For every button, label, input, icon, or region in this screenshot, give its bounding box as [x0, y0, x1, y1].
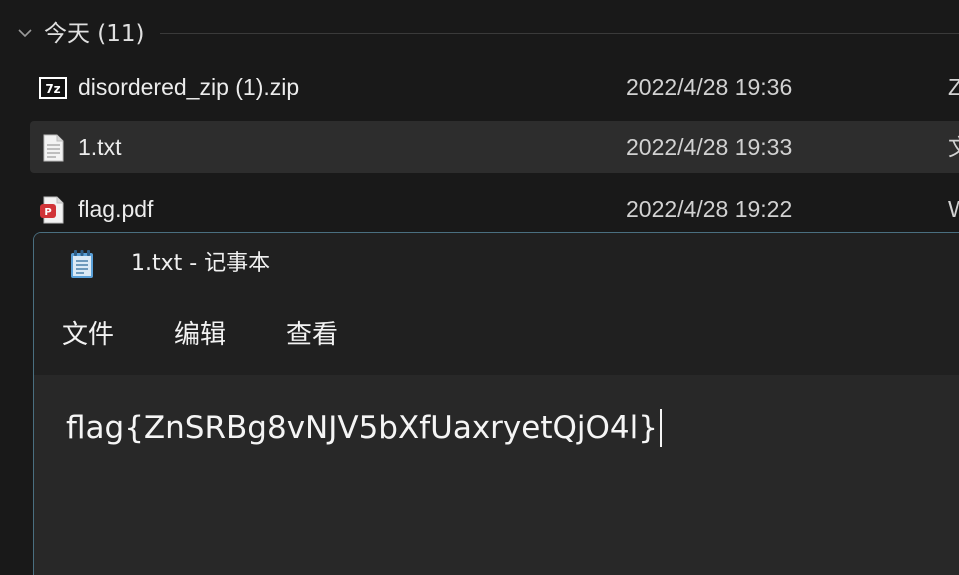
group-divider	[160, 33, 959, 34]
editor-content: flag{ZnSRBg8vNJV5bXfUaxryetQjO4l}	[66, 410, 658, 446]
7zip-archive-icon: 7z	[39, 77, 67, 99]
window-title: 1.txt - 记事本	[131, 251, 271, 276]
group-header-today[interactable]: 今天 (11)	[0, 14, 959, 54]
menu-view[interactable]: 查看	[282, 317, 342, 353]
text-editor[interactable]: flag{ZnSRBg8vNJV5bXfUaxryetQjO4l}	[34, 375, 959, 575]
file-date: 2022/4/28 19:36	[626, 74, 793, 100]
file-name: 1.txt	[78, 134, 122, 160]
file-row-1-txt[interactable]: 1.txt 2022/4/28 19:33 文	[30, 121, 959, 173]
file-name: flag.pdf	[78, 196, 154, 222]
file-row-disordered-zip[interactable]: 7z disordered_zip (1).zip 2022/4/28 19:3…	[30, 61, 959, 113]
notepad-titlebar[interactable]: 1.txt - 记事本	[34, 233, 959, 295]
text-caret	[659, 409, 662, 447]
notepad-window[interactable]: 1.txt - 记事本 文件 编辑 查看 flag{ZnSRBg8vNJV5bX…	[33, 232, 959, 575]
file-date: 2022/4/28 19:33	[626, 134, 793, 160]
file-type: 文	[948, 133, 959, 161]
menu-file[interactable]: 文件	[58, 317, 118, 353]
file-type: Z	[948, 74, 959, 100]
file-type: W	[948, 196, 959, 222]
editor-line[interactable]: flag{ZnSRBg8vNJV5bXfUaxryetQjO4l}	[66, 409, 662, 447]
file-name: disordered_zip (1).zip	[78, 74, 300, 100]
menu-edit[interactable]: 编辑	[170, 317, 230, 353]
text-document-icon	[43, 134, 64, 162]
notepad-icon	[71, 250, 93, 278]
group-title: 今天 (11)	[44, 21, 145, 47]
file-date: 2022/4/28 19:22	[626, 196, 793, 222]
svg-text:P: P	[44, 207, 51, 218]
svg-text:7z: 7z	[45, 82, 60, 96]
desktop: 今天 (11) 7z disordered_zip (1).zip 2022/4…	[0, 0, 959, 575]
pdf-document-icon: P	[40, 196, 64, 224]
file-row-flag-pdf[interactable]: P flag.pdf 2022/4/28 19:22 W	[30, 183, 959, 235]
menu-bar: 文件 编辑 查看	[34, 295, 959, 375]
chevron-down-icon[interactable]	[17, 25, 33, 41]
